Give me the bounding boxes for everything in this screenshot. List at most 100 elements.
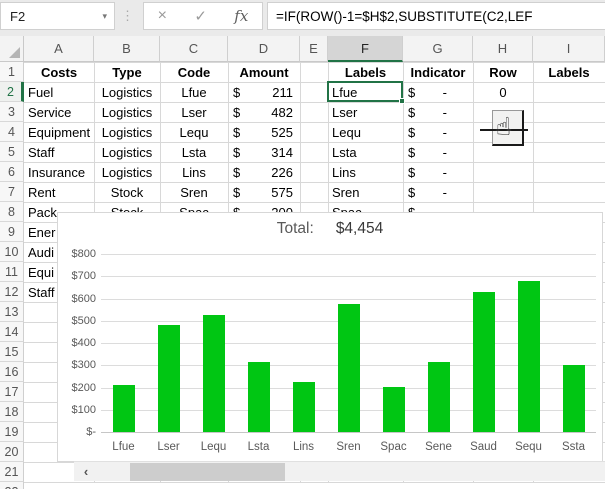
cell-C4[interactable]: Lequ [160,122,228,142]
cell-A4[interactable]: Equipment [24,122,94,142]
cell-D3[interactable]: $482 [228,102,300,122]
bar-Lser[interactable] [157,325,180,432]
amount-value: 226 [271,164,293,180]
cell-G5[interactable]: $ - [403,142,473,162]
column-header-B[interactable]: B [94,36,160,62]
cell-C7[interactable]: Sren [160,182,228,202]
cell-A3[interactable]: Service [24,102,94,122]
column-header-D[interactable]: D [228,36,300,62]
cell-I1[interactable]: Labels [533,62,605,82]
cell-G3[interactable]: $ - [403,102,473,122]
cell-G2[interactable]: $ - [403,82,473,102]
column-header-A[interactable]: A [24,36,94,62]
column-header-G[interactable]: G [403,36,473,62]
cell-F6[interactable]: Lins [328,162,403,182]
row-header-6[interactable]: 6 [0,162,24,182]
row-header-4[interactable]: 4 [0,122,24,142]
row-header-12[interactable]: 12 [0,282,24,302]
cell-A6[interactable]: Insurance [24,162,94,182]
row-header-9[interactable]: 9 [0,222,24,242]
name-box[interactable]: F2 ▾ [0,2,115,30]
cell-B4[interactable]: Logistics [94,122,160,142]
enter-icon[interactable]: ✓ [194,7,207,25]
cell-H1[interactable]: Row [473,62,533,82]
cell-C6[interactable]: Lins [160,162,228,182]
column-header-H[interactable]: H [473,36,533,62]
cell-A2[interactable]: Fuel [24,82,94,102]
insert-function-icon[interactable]: fx [234,7,248,25]
row-header-10[interactable]: 10 [0,242,24,262]
spin-button-control[interactable]: ☝ [480,108,530,150]
cell-G6[interactable]: $ - [403,162,473,182]
column-header-C[interactable]: C [160,36,228,62]
bar-Ssta[interactable] [562,365,585,432]
row-header-2[interactable]: 2 [0,82,24,102]
cell-C1[interactable]: Code [160,62,228,82]
row-header-13[interactable]: 13 [0,302,24,322]
row-header-21[interactable]: 21 [0,462,24,482]
cell-F7[interactable]: Sren [328,182,403,202]
scroll-left-arrow-icon[interactable]: ‹ [74,464,98,479]
cell-F1[interactable]: Labels [328,62,403,82]
row-header-22[interactable]: 22 [0,482,24,489]
select-all-button[interactable] [0,36,24,62]
row-header-11[interactable]: 11 [0,262,24,282]
cell-D1[interactable]: Amount [228,62,300,82]
cell-A7[interactable]: Rent [24,182,94,202]
column-header-I[interactable]: I [533,36,605,62]
row-header-5[interactable]: 5 [0,142,24,162]
bar-Lins[interactable] [292,382,315,432]
row-header-19[interactable]: 19 [0,422,24,442]
cell-B5[interactable]: Logistics [94,142,160,162]
bar-Sequ[interactable] [517,281,540,432]
row-header-14[interactable]: 14 [0,322,24,342]
row-header-1[interactable]: 1 [0,62,24,82]
cell-F5[interactable]: Lsta [328,142,403,162]
cell-F4[interactable]: Lequ [328,122,403,142]
bar-Sene[interactable] [427,362,450,432]
cell-D7[interactable]: $575 [228,182,300,202]
cell-C3[interactable]: Lser [160,102,228,122]
cell-D2[interactable]: $211 [228,82,300,102]
fill-handle[interactable] [399,98,405,104]
row-header-18[interactable]: 18 [0,402,24,422]
cell-B7[interactable]: Stock [94,182,160,202]
cell-C5[interactable]: Lsta [160,142,228,162]
cell-G7[interactable]: $ - [403,182,473,202]
cell-H2[interactable]: 0 [473,82,533,102]
bar-Spac[interactable] [382,387,405,432]
column-header-F[interactable]: F [328,36,403,62]
row-header-7[interactable]: 7 [0,182,24,202]
cell-C2[interactable]: Lfue [160,82,228,102]
bar-Saud[interactable] [472,292,495,432]
cell-D5[interactable]: $314 [228,142,300,162]
row-header-3[interactable]: 3 [0,102,24,122]
bar-chart[interactable]: Total: $4,454 $800 $700 $600 $500 $400 $300 $20… [57,212,603,462]
cell-A1[interactable]: Costs [24,62,94,82]
name-box-dropdown-icon[interactable]: ▾ [102,11,114,22]
cancel-icon[interactable]: × [158,7,167,25]
horizontal-scrollbar[interactable]: ‹ [74,461,605,481]
cell-A5[interactable]: Staff [24,142,94,162]
cell-D6[interactable]: $226 [228,162,300,182]
bar-Lfue[interactable] [112,385,135,432]
cell-D4[interactable]: $525 [228,122,300,142]
formula-input[interactable]: =IF(ROW()-1=$H$2,SUBSTITUTE(C2,LEF [267,2,605,30]
row-header-16[interactable]: 16 [0,362,24,382]
row-header-20[interactable]: 20 [0,442,24,462]
bar-Lequ[interactable] [202,315,225,432]
cell-G1[interactable]: Indicator [403,62,473,82]
cell-B2[interactable]: Logistics [94,82,160,102]
cell-F3[interactable]: Lser [328,102,403,122]
cell-B6[interactable]: Logistics [94,162,160,182]
row-header-15[interactable]: 15 [0,342,24,362]
column-header-E[interactable]: E [300,36,328,62]
row-header-17[interactable]: 17 [0,382,24,402]
row-header-8[interactable]: 8 [0,202,24,222]
scrollbar-thumb[interactable] [130,463,285,481]
cell-B3[interactable]: Logistics [94,102,160,122]
cell-G4[interactable]: $ - [403,122,473,142]
bar-Sren[interactable] [337,304,360,432]
cell-B1[interactable]: Type [94,62,160,82]
bar-Lsta[interactable] [247,362,270,432]
